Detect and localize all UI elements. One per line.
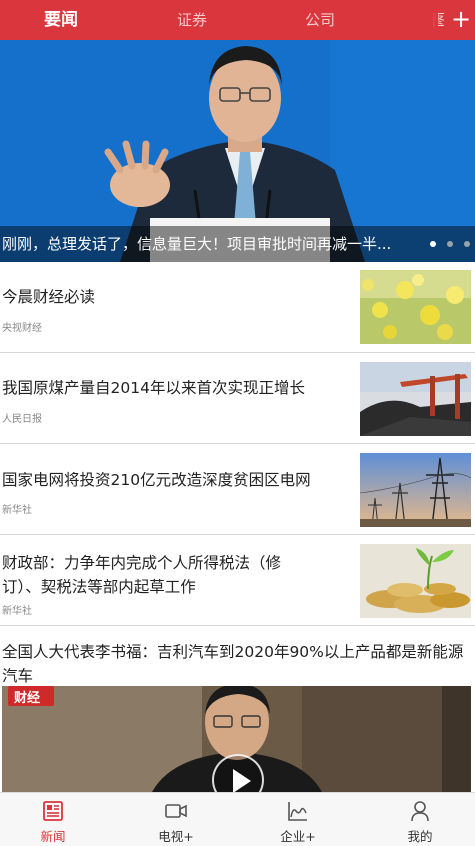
news-thumbnail — [360, 544, 471, 618]
tab-gongsi[interactable]: 公司 — [305, 0, 335, 40]
carousel-dot-3[interactable] — [464, 241, 470, 247]
nav-news-label: 新闻 — [40, 829, 66, 844]
news-thumbnail — [360, 362, 471, 436]
news-title: 国家电网将投资210亿元改造深度贫困区电网 — [2, 471, 311, 489]
nav-enterprise-label: 企业+ — [280, 829, 316, 844]
news-title: 财政部：力争年内完成个人所得税法（修订）、契税法等部内起草工作 — [2, 554, 282, 596]
hero-title: 刚刚，总理发话了，信息量巨大！项目审批时间再减一半... — [2, 235, 392, 253]
nav-tv-label: 电视+ — [158, 829, 194, 844]
carousel-dot-2[interactable] — [447, 241, 453, 247]
news-source: 新华社 — [2, 606, 32, 617]
news-item[interactable]: 今晨财经必读 央视财经 — [0, 262, 475, 353]
nav-tv[interactable]: 电视+ — [136, 793, 216, 846]
person-icon — [411, 801, 429, 822]
news-item[interactable]: 我国原煤产量自2014年以来首次实现正增长 人民日报 — [0, 353, 475, 444]
news-thumbnail — [360, 453, 471, 527]
chart-icon — [288, 802, 307, 821]
nav-mine[interactable]: 我的 — [380, 793, 460, 846]
carousel-dot-1[interactable] — [430, 241, 436, 247]
newspaper-icon — [43, 801, 63, 821]
news-title: 今晨财经必读 — [2, 288, 96, 306]
nav-news[interactable]: 新闻 — [13, 793, 93, 846]
news-source: 人民日报 — [2, 414, 42, 425]
nav-mine-label: 我的 — [407, 829, 433, 844]
tab-yaowen[interactable]: 要闻 — [44, 0, 78, 40]
news-title: 我国原煤产量自2014年以来首次实现正增长 — [2, 379, 305, 397]
add-channel-button[interactable]: + — [447, 0, 475, 40]
bottom-nav: 新闻 电视+ 企业+ 我的 — [0, 792, 475, 846]
top-tab-bar: 要闻 证券 公司 图片 + — [0, 0, 475, 40]
featured-title[interactable]: 全国人大代表李书福：吉利汽车到2020年90%以上产品都是新能源汽车 — [2, 640, 470, 688]
tab-zhengquan[interactable]: 证券 — [177, 0, 207, 40]
featured-video[interactable]: 财经 — [2, 686, 471, 792]
news-thumbnail — [360, 270, 471, 344]
tab-scroll-fade — [410, 0, 438, 40]
news-item[interactable]: 财政部：力争年内完成个人所得税法（修订）、契税法等部内起草工作 新华社 — [0, 535, 475, 626]
hero-banner[interactable]: 刚刚，总理发话了，信息量巨大！项目审批时间再减一半... — [0, 40, 475, 262]
hero-caption-bar: 刚刚，总理发话了，信息量巨大！项目审批时间再减一半... — [0, 226, 475, 262]
news-source: 央视财经 — [2, 323, 42, 334]
featured-logo: 财经 — [14, 691, 41, 706]
nav-enterprise[interactable]: 企业+ — [258, 793, 338, 846]
video-camera-icon — [165, 804, 187, 818]
news-item[interactable]: 国家电网将投资210亿元改造深度贫困区电网 新华社 — [0, 444, 475, 535]
news-source: 新华社 — [2, 505, 32, 516]
